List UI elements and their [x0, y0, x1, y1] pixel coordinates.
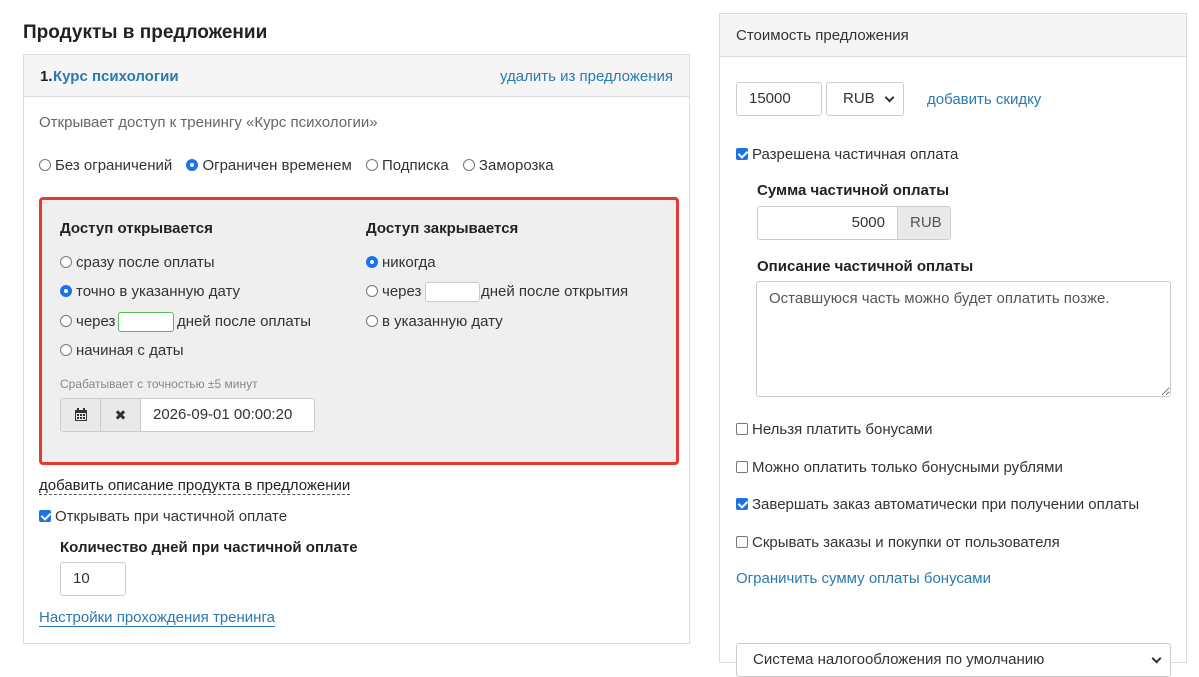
date-picker-group: ✖ 2026-09-01 00:00:20 [60, 398, 315, 432]
radio-icon[interactable] [39, 159, 51, 171]
radio-icon[interactable] [60, 256, 72, 268]
add-description-link[interactable]: добавить описание продукта в предложении [39, 477, 351, 495]
partial-desc-textarea[interactable]: Оставшуюся часть можно будет оплатить по… [756, 281, 1171, 397]
access-type-group: Без ограничений Ограничен временем Подпи… [39, 157, 564, 174]
opens-days-suffix: дней после оплаты [177, 313, 312, 330]
radio-icon[interactable] [366, 285, 378, 297]
checkbox-checked-icon[interactable] [736, 498, 748, 510]
auto-complete-checkbox[interactable]: Завершать заказ автоматически при получе… [736, 496, 1139, 513]
radio-icon[interactable] [60, 344, 72, 356]
access-opens-heading: Доступ открывается [60, 220, 213, 237]
product-number: 1. [40, 68, 53, 85]
product-name-link[interactable]: Курс психологии [53, 68, 179, 85]
access-type-time-limited[interactable]: Ограничен временем [186, 157, 352, 174]
radio-icon[interactable] [365, 159, 378, 171]
date-input[interactable]: 2026-09-01 00:00:20 [141, 399, 304, 431]
checkbox-icon[interactable] [736, 423, 748, 435]
opens-after-days-option[interactable]: через [60, 313, 115, 330]
access-type-subscription[interactable]: Подписка [365, 157, 449, 174]
partial-desc-label: Описание частичной оплаты [757, 258, 974, 275]
closes-days-input[interactable] [425, 282, 480, 302]
checkbox-checked-icon[interactable] [39, 510, 51, 522]
checkbox-icon[interactable] [736, 461, 748, 473]
calendar-icon[interactable] [61, 399, 101, 431]
partial-sum-label: Сумма частичной оплаты [757, 182, 950, 199]
checkbox-checked-icon[interactable] [736, 148, 748, 160]
access-type-freeze[interactable]: Заморозка [462, 157, 554, 174]
radio-icon[interactable] [462, 159, 475, 171]
radio-selected-icon[interactable] [60, 285, 72, 297]
closes-after-days-option[interactable]: через [366, 283, 421, 300]
open-on-partial-checkbox[interactable]: Открывать при частичной оплате [39, 508, 287, 525]
products-section-title: Продукты в предложении [23, 22, 268, 43]
partial-sum-currency: RUB [898, 206, 951, 240]
limit-bonus-link[interactable]: Ограничить сумму оплаты бонусами [736, 570, 991, 587]
checkbox-icon[interactable] [736, 536, 748, 548]
opens-exact-date-option[interactable]: точно в указанную дату [60, 283, 240, 300]
radio-selected-icon[interactable] [366, 256, 378, 268]
radio-icon[interactable] [366, 315, 378, 327]
cost-panel-header: Стоимость предложения [720, 14, 1186, 57]
opens-immediately-option[interactable]: сразу после оплаты [60, 254, 215, 271]
clear-date-icon[interactable]: ✖ [101, 399, 141, 431]
access-closes-heading: Доступ закрывается [366, 220, 519, 237]
add-discount-link[interactable]: добавить скидку [927, 91, 1041, 108]
cost-panel-title: Стоимость предложения [736, 27, 909, 44]
partial-days-input[interactable]: 10 [60, 562, 126, 596]
training-settings-link[interactable]: Настройки прохождения тренинга [39, 609, 275, 627]
partial-days-label: Количество дней при частичной оплате [60, 539, 358, 556]
currency-select[interactable]: RUB [826, 82, 904, 116]
tax-system-select[interactable]: Система налогообложения по умолчанию [736, 643, 1171, 677]
partial-allowed-checkbox[interactable]: Разрешена частичная оплата [736, 146, 958, 163]
chevron-down-icon [1151, 653, 1162, 664]
product-description: Открывает доступ к тренингу «Курс психол… [39, 114, 378, 131]
closes-never-option[interactable]: никогда [366, 254, 436, 271]
partial-sum-input[interactable]: 5000 [757, 206, 898, 240]
remove-product-link[interactable]: удалить из предложения [500, 68, 673, 85]
opens-days-input[interactable] [118, 312, 174, 332]
price-input[interactable]: 15000 [736, 82, 822, 116]
no-bonus-checkbox[interactable]: Нельзя платить бонусами [736, 421, 932, 438]
closes-on-date-option[interactable]: в указанную дату [366, 313, 503, 330]
opens-from-date-option[interactable]: начиная с даты [60, 342, 184, 359]
hide-orders-checkbox[interactable]: Скрывать заказы и покупки от пользовател… [736, 534, 1060, 551]
radio-icon[interactable] [60, 315, 72, 327]
radio-selected-icon[interactable] [186, 159, 199, 171]
access-type-unlimited[interactable]: Без ограничений [39, 157, 172, 174]
chevron-down-icon [884, 92, 895, 103]
only-bonus-checkbox[interactable]: Можно оплатить только бонусными рублями [736, 459, 1063, 476]
product-header: 1. Курс психологии удалить из предложени… [24, 55, 689, 97]
closes-days-suffix: дней после открытия [481, 283, 629, 300]
accuracy-note: Срабатывает с точностью ±5 минут [60, 377, 258, 391]
